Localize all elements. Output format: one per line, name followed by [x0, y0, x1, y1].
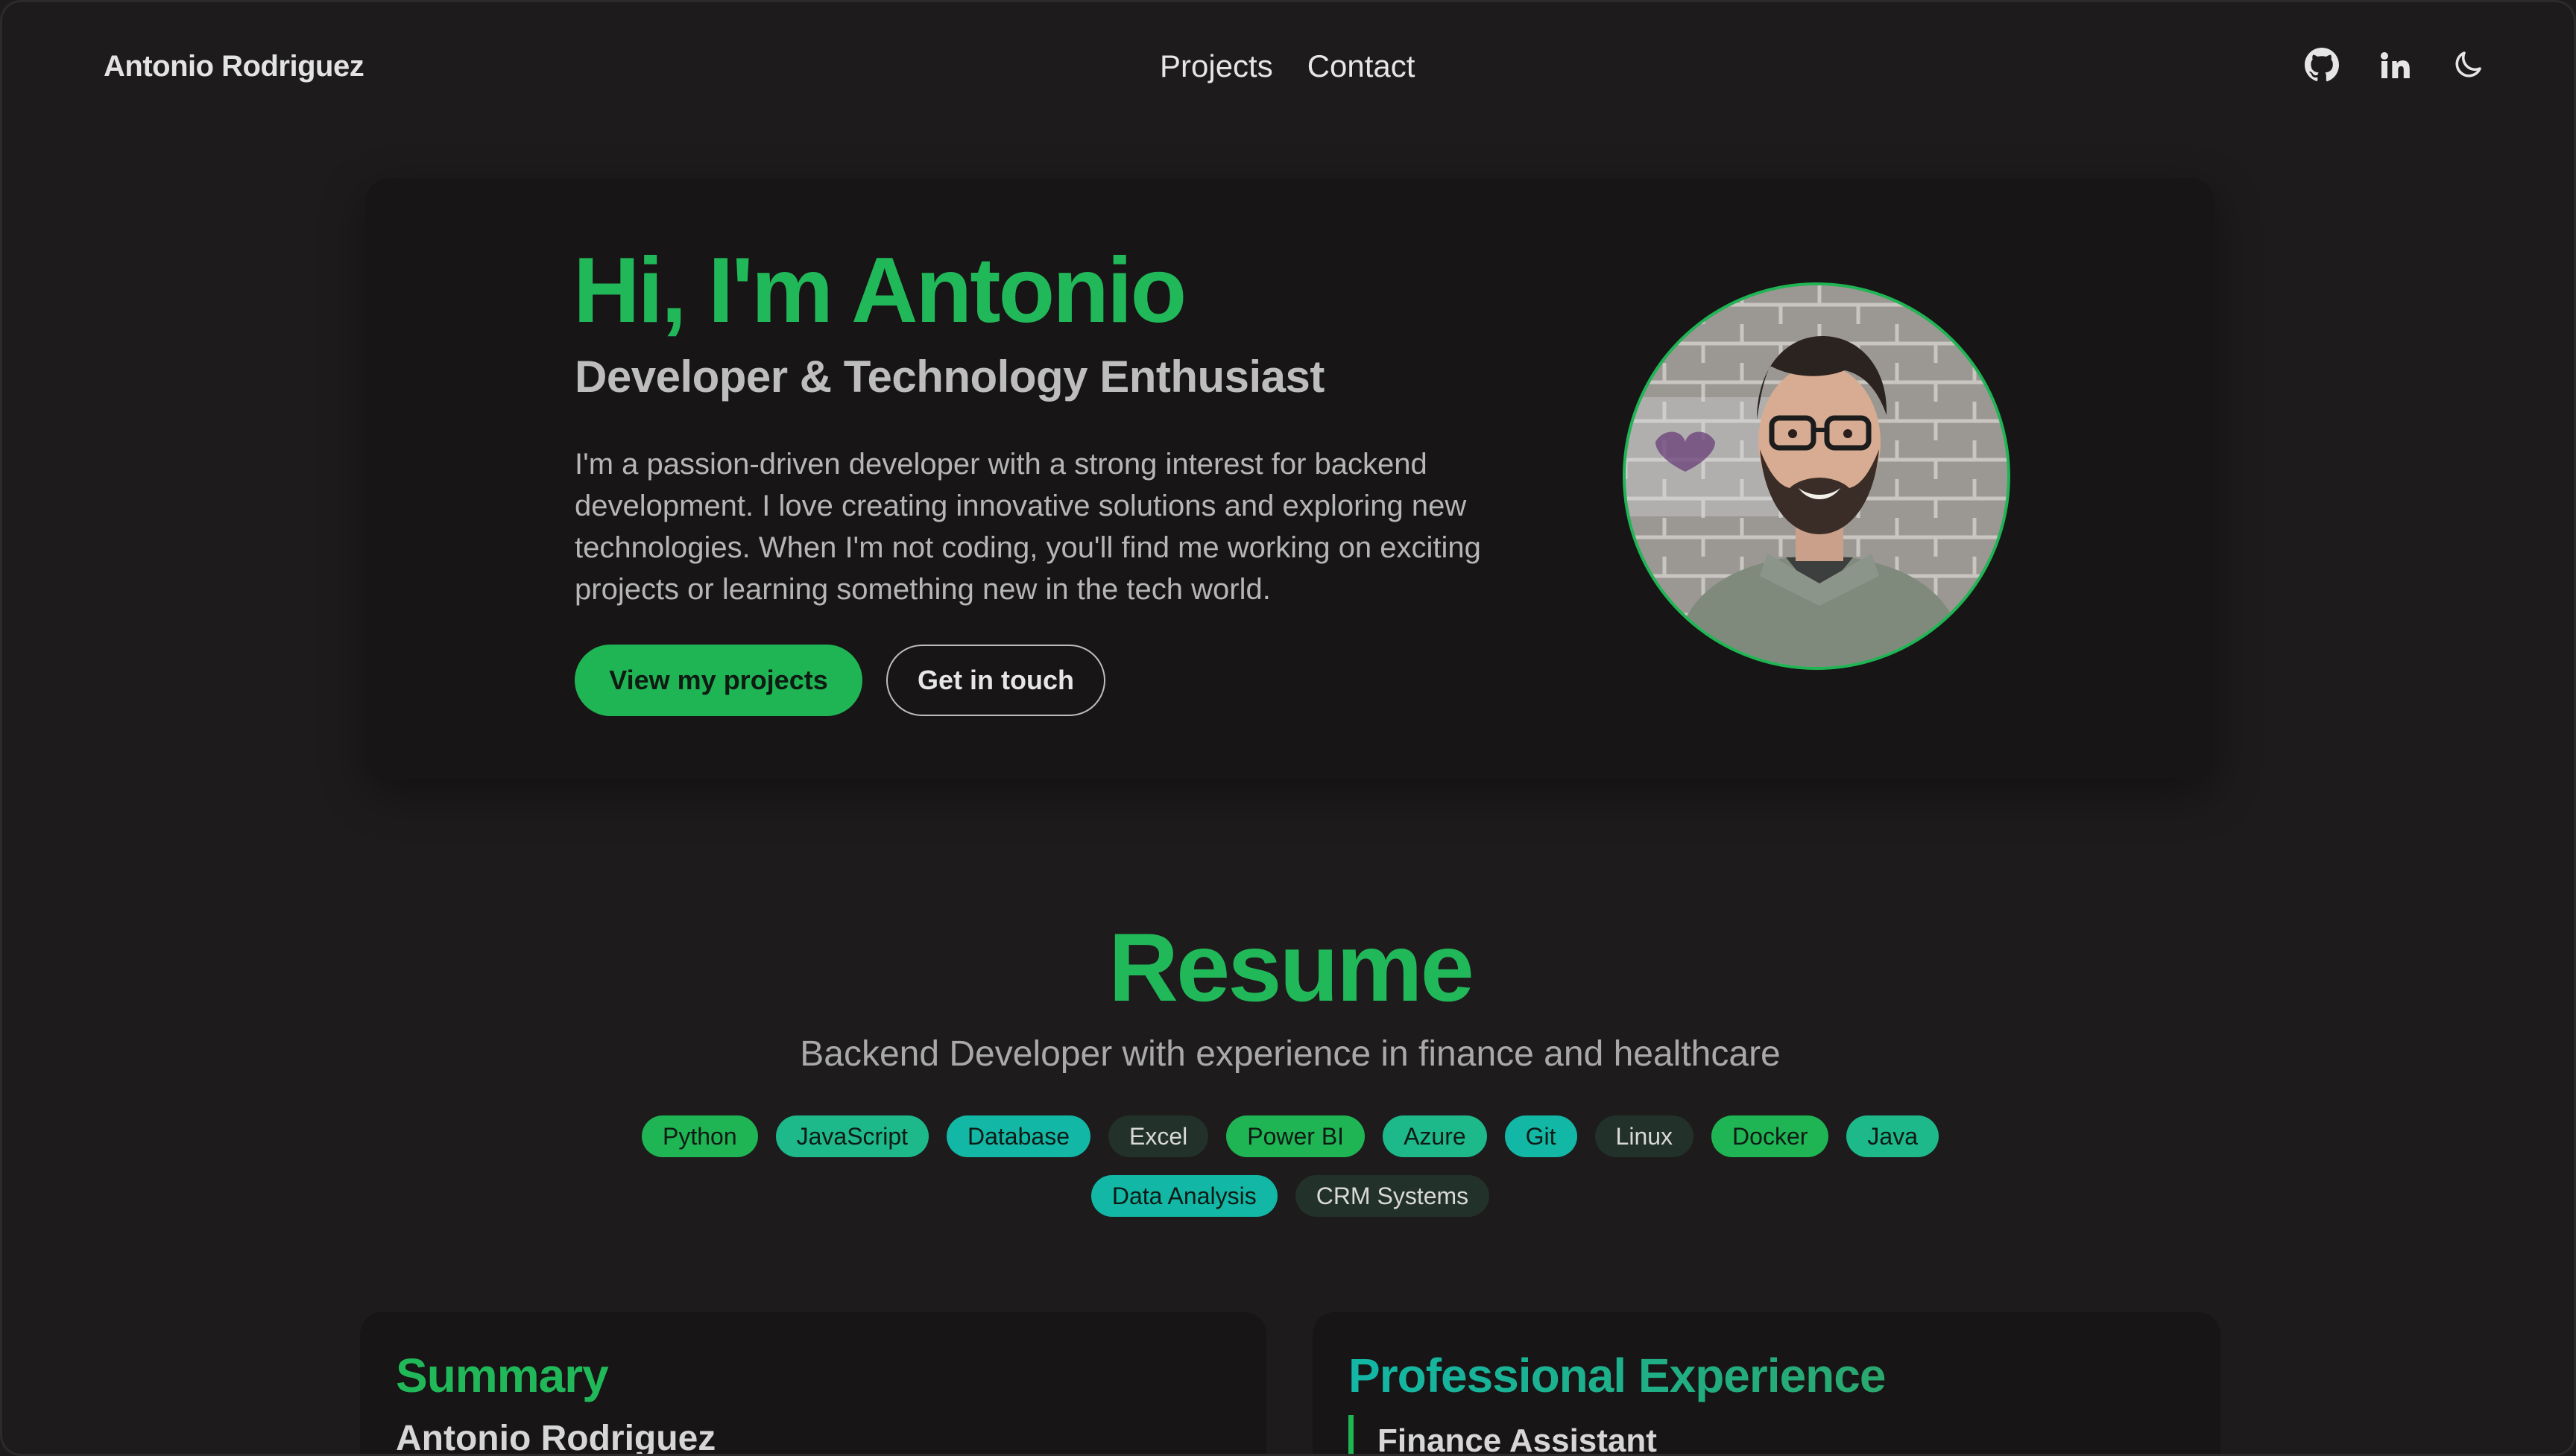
skill-tag: Azure — [1383, 1115, 1487, 1157]
brand-name[interactable]: Antonio Rodriguez — [104, 50, 364, 83]
skill-tag: JavaScript — [775, 1115, 929, 1157]
skill-tag: Linux — [1594, 1115, 1694, 1157]
skill-tag: Data Analysis — [1090, 1175, 1278, 1217]
experience-heading: Professional Experience — [1348, 1349, 1886, 1402]
profile-photo — [1623, 282, 2010, 670]
linkedin-icon[interactable] — [2375, 45, 2414, 84]
view-projects-button[interactable]: View my projects — [575, 645, 862, 716]
nav-link-contact[interactable]: Contact — [1307, 48, 1415, 84]
skill-tag: Java — [1846, 1115, 1939, 1157]
hero-subtitle: Developer & Technology Enthusiast — [575, 352, 1325, 402]
skill-tag: Power BI — [1226, 1115, 1366, 1157]
browser-page: Antonio Rodriguez Projects Contact Hi, I… — [0, 0, 2576, 1456]
summary-name: Antonio Rodriguez — [396, 1419, 716, 1456]
nav-links: Projects Contact — [1160, 48, 1415, 84]
github-icon[interactable] — [2302, 45, 2341, 84]
hero-title: Hi, I'm Antonio — [573, 239, 1187, 342]
skill-tag: Excel — [1108, 1115, 1209, 1157]
hero-card: Hi, I'm Antonio Developer & Technology E… — [366, 178, 2214, 779]
get-in-touch-button[interactable]: Get in touch — [886, 645, 1105, 716]
experience-role: Finance Assistant — [1348, 1415, 1657, 1454]
skill-tag: Git — [1504, 1115, 1577, 1157]
summary-card: Summary Antonio Rodriguez — [360, 1312, 1266, 1456]
skill-tag: Database — [947, 1115, 1090, 1157]
skill-tag: Docker — [1711, 1115, 1829, 1157]
resume-title: Resume — [1108, 913, 1474, 1022]
skill-tags-row-1: Python JavaScript Database Excel Power B… — [2, 1115, 2574, 1157]
skill-tags-row-2: Data Analysis CRM Systems — [2, 1175, 2574, 1217]
skill-tag: Python — [641, 1115, 758, 1157]
summary-heading: Summary — [396, 1349, 609, 1402]
top-navbar: Antonio Rodriguez Projects Contact — [2, 2, 2574, 133]
resume-subtitle: Backend Developer with experience in fin… — [800, 1034, 1781, 1074]
skill-tag: CRM Systems — [1295, 1175, 1490, 1217]
hero-description: I'm a passion-driven developer with a st… — [575, 448, 1481, 606]
nav-icons — [2302, 45, 2487, 84]
moon-icon[interactable] — [2449, 45, 2487, 84]
nav-link-projects[interactable]: Projects — [1160, 48, 1273, 84]
experience-card: Professional Experience Finance Assistan… — [1313, 1312, 2220, 1454]
